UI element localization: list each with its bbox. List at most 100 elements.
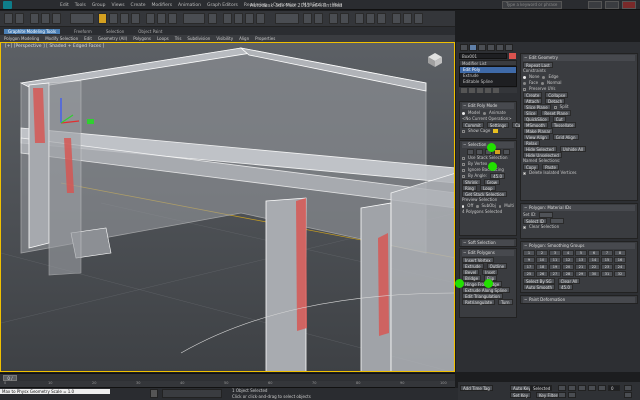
go-to-start-icon[interactable] (558, 385, 566, 391)
selection-filter-dropdown[interactable] (70, 13, 94, 24)
material-ids-header[interactable]: Polygon: Material IDs (523, 205, 635, 211)
viewcube-icon[interactable] (426, 51, 444, 69)
smoothing-group-button[interactable]: 19 (549, 264, 561, 270)
select-by-name-icon[interactable] (109, 13, 118, 24)
display-tab-icon[interactable] (496, 44, 504, 51)
selected-polygon[interactable] (33, 88, 45, 143)
smoothing-group-button[interactable]: 1 (523, 250, 535, 256)
show-end-result-icon[interactable] (469, 88, 475, 93)
smoothing-group-button[interactable]: 18 (536, 264, 548, 270)
selected-dropdown[interactable]: Selected (530, 385, 552, 391)
layer-manager-icon[interactable] (329, 13, 338, 24)
rotate-icon[interactable] (157, 13, 166, 24)
graphite-toggle-icon[interactable] (340, 13, 349, 24)
constraint-normal-radio[interactable] (541, 81, 545, 85)
cage-color-swatch[interactable] (493, 129, 499, 133)
smoothing-group-button[interactable]: 21 (575, 264, 587, 270)
soft-selection-header[interactable]: Soft Selection (462, 240, 514, 246)
key-mode-icon[interactable] (558, 392, 566, 398)
smoothing-group-button[interactable]: 4 (562, 250, 574, 256)
align-icon[interactable] (314, 13, 323, 24)
delete-isolated-checkbox[interactable] (523, 171, 526, 175)
smoothing-group-button[interactable]: 3 (549, 250, 561, 256)
menu-modifiers[interactable]: Modifiers (152, 3, 173, 8)
paint-deformation-header[interactable]: Paint Deformation (523, 297, 635, 303)
menu-edit[interactable]: Edit (60, 3, 69, 8)
mirror-icon[interactable] (303, 13, 312, 24)
panel-subdivision[interactable]: Subdivision (187, 36, 210, 41)
track-bar[interactable]: 0 10 20 30 40 50 60 70 80 90 100 (0, 381, 455, 388)
panel-loops[interactable]: Loops (157, 36, 169, 41)
tessellate-button[interactable]: Tessellate (550, 122, 577, 128)
panel-geometry-all[interactable]: Geometry (All) (98, 36, 127, 41)
scale-icon[interactable] (168, 13, 177, 24)
current-frame-field[interactable]: 0 (608, 385, 620, 391)
next-frame-icon[interactable] (588, 385, 596, 391)
bind-space-warp-icon[interactable] (52, 13, 61, 24)
show-cage-checkbox[interactable] (462, 129, 465, 133)
menu-animation[interactable]: Animation (178, 3, 201, 8)
smoothing-group-button[interactable]: 29 (575, 271, 587, 277)
turn-button[interactable]: Turn (498, 299, 513, 305)
menu-create[interactable]: Create (131, 3, 146, 8)
constraint-edge-radio[interactable] (542, 75, 546, 79)
rendered-frame-icon[interactable] (403, 13, 412, 24)
selected-polygon[interactable] (378, 233, 389, 336)
remove-modifier-icon[interactable] (485, 88, 491, 93)
lock-selection-icon[interactable] (150, 389, 158, 398)
schematic-view-icon[interactable] (366, 13, 375, 24)
selected-polygon[interactable] (296, 198, 307, 331)
panel-properties[interactable]: Properties (255, 36, 275, 41)
orbit-icon[interactable] (624, 392, 632, 398)
angle-snap-icon[interactable] (234, 13, 243, 24)
undo-icon[interactable] (4, 13, 13, 24)
preview-multi-radio[interactable] (498, 204, 502, 208)
percent-snap-icon[interactable] (245, 13, 254, 24)
material-editor-icon[interactable] (377, 13, 386, 24)
rectangular-selection-icon[interactable] (120, 13, 129, 24)
smoothing-group-button[interactable]: 9 (523, 257, 535, 263)
maximize-button[interactable] (605, 1, 619, 9)
panel-polygons[interactable]: Polygons (133, 36, 151, 41)
smoothing-group-button[interactable]: 6 (588, 250, 600, 256)
unhide-all-button[interactable]: Unhide All (559, 146, 587, 152)
redo-icon[interactable] (15, 13, 24, 24)
smoothing-group-button[interactable]: 10 (536, 257, 548, 263)
preserve-uvs-checkbox[interactable] (523, 87, 526, 91)
smoothing-group-button[interactable]: 14 (588, 257, 600, 263)
configure-sets-icon[interactable] (493, 88, 499, 93)
panel-modify-selection[interactable]: Modify Selection (45, 36, 78, 41)
smoothing-group-button[interactable]: 15 (601, 257, 613, 263)
tab-object-paint[interactable]: Object Paint (138, 29, 162, 34)
smoothing-group-button[interactable]: 26 (536, 271, 548, 277)
create-tab-icon[interactable] (460, 44, 468, 51)
time-configuration-icon[interactable] (568, 392, 576, 398)
modify-tab-icon[interactable] (469, 44, 477, 51)
panel-visibility[interactable]: Visibility (216, 36, 233, 41)
minimize-button[interactable] (588, 1, 602, 9)
menu-views[interactable]: Views (112, 3, 125, 8)
use-stack-checkbox[interactable] (462, 156, 465, 160)
coordinate-fields[interactable] (162, 389, 222, 398)
tab-graphite-modeling-tools[interactable]: Graphite Modeling Tools (4, 28, 61, 34)
panel-align[interactable]: Align (239, 36, 249, 41)
smoothing-group-button[interactable]: 22 (588, 264, 600, 270)
scene-geometry[interactable] (1, 43, 455, 372)
render-production-icon[interactable] (414, 13, 423, 24)
smoothing-group-button[interactable]: 11 (549, 257, 561, 263)
pivot-center-icon[interactable] (208, 13, 217, 24)
smoothing-group-button[interactable]: 32 (614, 271, 626, 277)
smoothing-group-button[interactable]: 8 (614, 250, 626, 256)
auto-smooth-spinner[interactable]: 45.0 (558, 284, 573, 290)
tab-selection[interactable]: Selection (106, 29, 124, 34)
panel-edit[interactable]: Edit (84, 36, 92, 41)
menu-group[interactable]: Group (92, 3, 106, 8)
smoothing-group-button[interactable]: 30 (588, 271, 600, 277)
retriangulate-button[interactable]: Retriangulate (462, 299, 496, 305)
unlink-icon[interactable] (41, 13, 50, 24)
make-unique-icon[interactable] (477, 88, 483, 93)
constraint-face-radio[interactable] (523, 81, 526, 85)
search-input[interactable]: Type a keyword or phrase (502, 1, 562, 9)
snap-toggle-icon[interactable] (223, 13, 232, 24)
object-name-field[interactable]: Box001 (459, 53, 507, 59)
